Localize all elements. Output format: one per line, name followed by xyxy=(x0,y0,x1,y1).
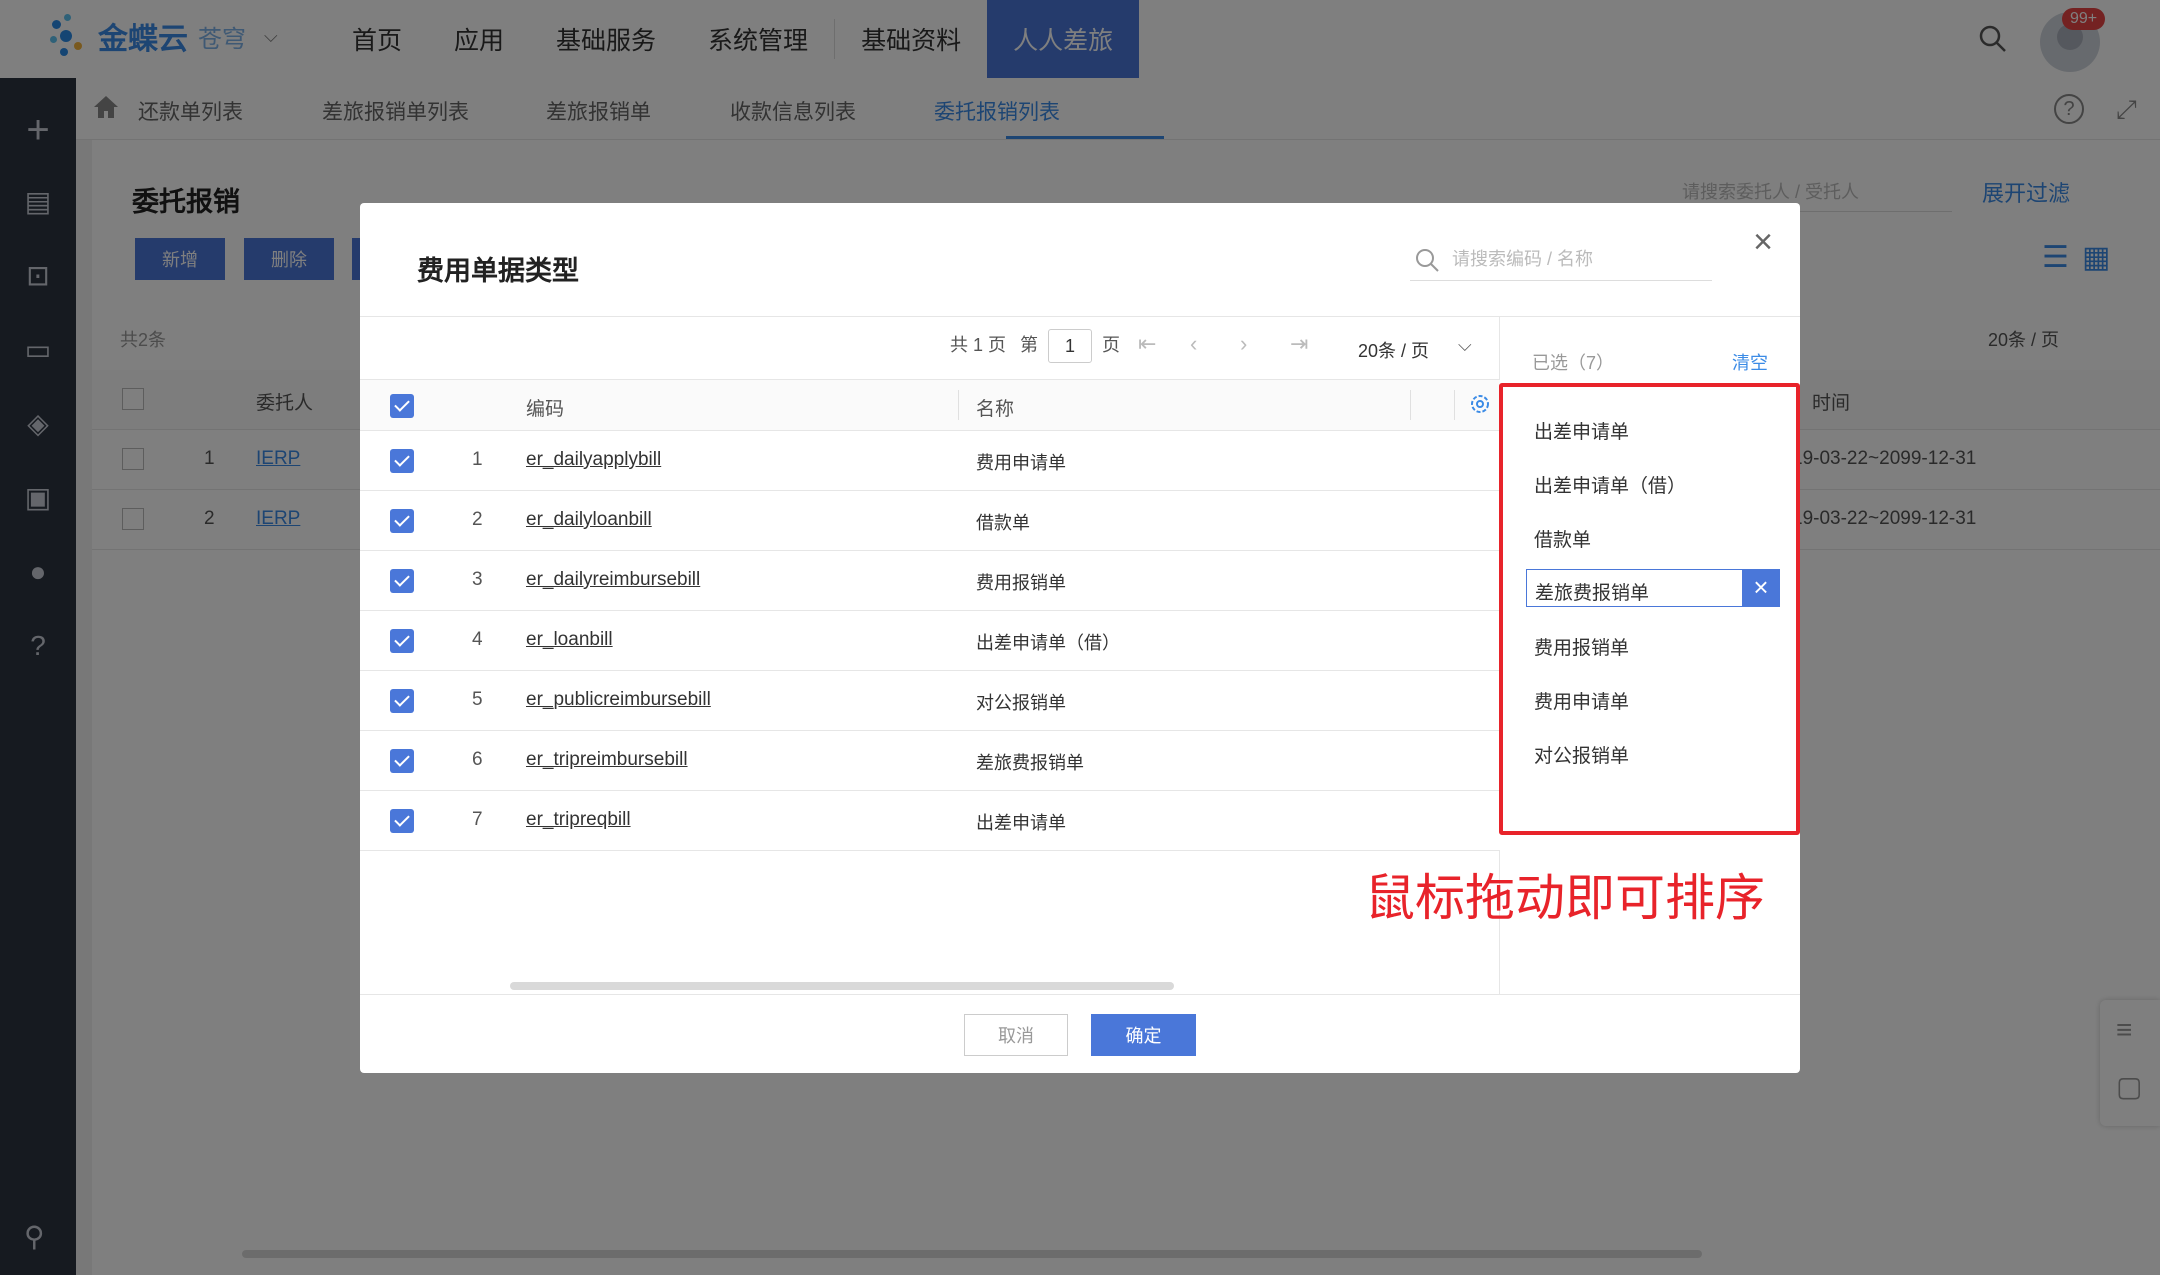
table-row[interactable]: 2 er_dailyloanbill 借款单 xyxy=(360,491,1500,551)
selected-item-active[interactable]: 差旅费报销单 × xyxy=(1526,569,1780,607)
row-code-link[interactable]: er_dailyloanbill xyxy=(526,509,652,531)
table-row[interactable]: 1 er_dailyapplybill 费用申请单 xyxy=(360,431,1500,491)
row-checkbox[interactable] xyxy=(390,749,414,773)
table-row[interactable]: 3 er_dailyreimbursebill 费用报销单 xyxy=(360,551,1500,611)
cancel-button[interactable]: 取消 xyxy=(964,1014,1068,1056)
page-prefix: 第 xyxy=(1020,335,1038,355)
remove-icon[interactable]: × xyxy=(1742,569,1780,607)
dialog-footer: 取消 确定 xyxy=(360,994,1800,1073)
table-header: 编码 名称 xyxy=(360,379,1500,431)
row-checkbox[interactable] xyxy=(390,449,414,473)
row-index: 3 xyxy=(472,569,483,590)
close-icon[interactable]: × xyxy=(1748,225,1778,259)
row-index: 5 xyxy=(472,689,483,710)
next-page-icon[interactable]: › xyxy=(1240,331,1247,357)
row-checkbox[interactable] xyxy=(390,509,414,533)
row-code-link[interactable]: er_dailyreimbursebill xyxy=(526,569,700,591)
row-name: 费用报销单 xyxy=(976,573,1066,593)
total-pages: 共 1 页 xyxy=(950,335,1007,355)
drag-sort-hint: 鼠标拖动即可排序 xyxy=(1365,870,1765,926)
dialog-title: 费用单据类型 xyxy=(417,256,579,286)
selected-item-label: 差旅费报销单 xyxy=(1535,583,1650,604)
col-code: 编码 xyxy=(526,399,565,420)
last-page-icon[interactable]: ⇥ xyxy=(1290,331,1308,357)
col-name: 名称 xyxy=(976,399,1015,420)
select-all-checkbox[interactable] xyxy=(390,394,414,418)
row-checkbox[interactable] xyxy=(390,809,414,833)
table-row[interactable]: 4 er_loanbill 出差申请单（借） xyxy=(360,611,1500,671)
gear-icon[interactable] xyxy=(1468,392,1492,416)
selected-item[interactable]: 对公报销单 xyxy=(1534,741,1629,768)
row-code-link[interactable]: er_tripreimbursebill xyxy=(526,749,688,771)
row-index: 6 xyxy=(472,749,483,770)
row-code-link[interactable]: er_publicreimbursebill xyxy=(526,689,711,711)
row-name: 出差申请单 xyxy=(976,813,1066,833)
row-code-link[interactable]: er_tripreqbill xyxy=(526,809,631,831)
dialog-search xyxy=(1410,237,1712,281)
page-number-input[interactable] xyxy=(1048,329,1092,363)
row-name: 差旅费报销单 xyxy=(976,753,1084,773)
row-checkbox[interactable] xyxy=(390,569,414,593)
selected-count: 已选（7） xyxy=(1532,353,1615,373)
row-name: 借款单 xyxy=(976,513,1030,533)
confirm-button[interactable]: 确定 xyxy=(1091,1014,1196,1056)
row-name: 对公报销单 xyxy=(976,693,1066,713)
column-divider xyxy=(958,390,959,420)
selected-item[interactable]: 费用申请单 xyxy=(1534,687,1629,714)
row-index: 4 xyxy=(472,629,483,650)
row-index: 1 xyxy=(472,449,483,470)
candidate-table-pane: 共 1 页 第 页 ⇤ ‹ › ⇥ 20条 / 页 ⌵ 编码 名称 1 er_d… xyxy=(360,317,1500,994)
page-suffix: 页 xyxy=(1102,335,1120,355)
column-divider xyxy=(1410,390,1411,420)
first-page-icon[interactable]: ⇤ xyxy=(1138,331,1156,357)
selected-item[interactable]: 借款单 xyxy=(1534,525,1591,552)
selected-list-highlight: 出差申请单 出差申请单（借） 借款单 差旅费报销单 × 费用报销单 费用申请单 … xyxy=(1499,383,1800,835)
expense-doc-type-dialog: 费用单据类型 × 共 1 页 第 页 ⇤ ‹ › ⇥ 20条 / 页 ⌵ 编码 … xyxy=(360,203,1800,1073)
row-code-link[interactable]: er_dailyapplybill xyxy=(526,449,661,471)
column-divider xyxy=(1454,390,1455,420)
row-index: 7 xyxy=(472,809,483,830)
clear-selection-link[interactable]: 清空 xyxy=(1732,349,1768,375)
row-checkbox[interactable] xyxy=(390,629,414,653)
table-row[interactable]: 5 er_publicreimbursebill 对公报销单 xyxy=(360,671,1500,731)
search-icon[interactable] xyxy=(1414,247,1440,273)
row-name: 费用申请单 xyxy=(976,453,1066,473)
chevron-down-icon[interactable]: ⌵ xyxy=(1458,335,1472,356)
search-input[interactable] xyxy=(1452,245,1702,273)
horizontal-scrollbar[interactable] xyxy=(510,982,1174,990)
prev-page-icon[interactable]: ‹ xyxy=(1190,331,1197,357)
selected-item[interactable]: 出差申请单 xyxy=(1534,417,1629,444)
row-name: 出差申请单（借） xyxy=(976,633,1120,653)
table-row[interactable]: 6 er_tripreimbursebill 差旅费报销单 xyxy=(360,731,1500,791)
selected-item[interactable]: 出差申请单（借） xyxy=(1534,471,1686,498)
table-row[interactable]: 7 er_tripreqbill 出差申请单 xyxy=(360,791,1500,851)
row-code-link[interactable]: er_loanbill xyxy=(526,629,613,651)
page-size-select[interactable]: 20条 / 页 xyxy=(1358,337,1429,363)
row-index: 2 xyxy=(472,509,483,530)
selected-item[interactable]: 费用报销单 xyxy=(1534,633,1629,660)
row-checkbox[interactable] xyxy=(390,689,414,713)
